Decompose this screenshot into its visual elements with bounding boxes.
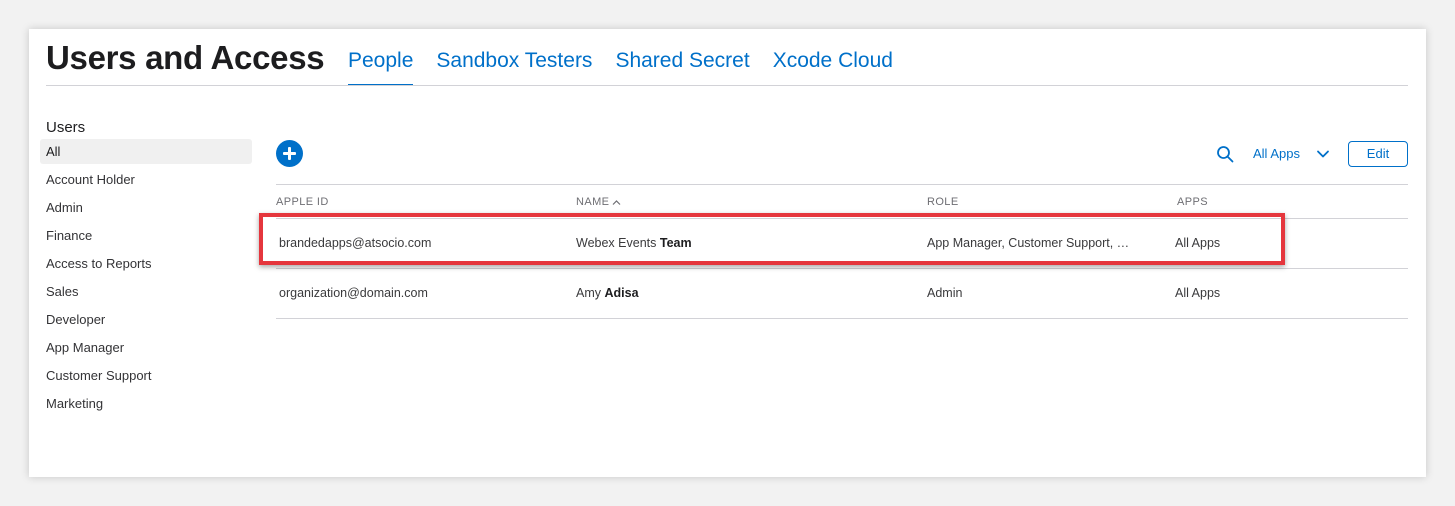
- sidebar: Users All Account Holder Admin Finance A…: [40, 117, 252, 419]
- cell-first-name: Webex Events: [576, 236, 657, 250]
- sidebar-item-all[interactable]: All: [40, 139, 252, 164]
- cell-last-name: Adisa: [604, 286, 639, 300]
- cell-name: Amy Adisa: [576, 286, 639, 300]
- sidebar-item-finance[interactable]: Finance: [40, 223, 252, 248]
- sidebar-item-developer[interactable]: Developer: [40, 307, 252, 332]
- column-header-name[interactable]: NAME: [576, 196, 621, 208]
- cell-last-name: Team: [659, 236, 692, 250]
- column-header-role[interactable]: ROLE: [927, 196, 959, 208]
- page-title: Users and Access: [46, 39, 325, 76]
- cell-apple-id: brandedapps@atsocio.com: [279, 236, 432, 250]
- header-divider: [46, 85, 1408, 86]
- sidebar-item-account-holder[interactable]: Account Holder: [40, 167, 252, 192]
- cell-name: Webex Events Team: [576, 236, 692, 250]
- edit-button[interactable]: Edit: [1348, 141, 1408, 167]
- tab-bar: People Sandbox Testers Shared Secret Xco…: [348, 49, 916, 87]
- search-icon[interactable]: [1216, 145, 1234, 163]
- cell-apps: All Apps: [1175, 236, 1221, 250]
- sidebar-item-customer-support[interactable]: Customer Support: [40, 363, 252, 388]
- column-header-apps[interactable]: APPS: [1177, 196, 1208, 208]
- cell-first-name: Amy: [576, 286, 601, 300]
- tab-shared-secret[interactable]: Shared Secret: [615, 49, 749, 87]
- sidebar-item-access-to-reports[interactable]: Access to Reports: [40, 251, 252, 276]
- cell-role: Admin: [927, 286, 963, 300]
- chevron-down-icon[interactable]: [1316, 147, 1330, 161]
- column-header-apple-id[interactable]: APPLE ID: [276, 196, 329, 208]
- sort-ascending-icon: [612, 199, 621, 205]
- tab-people[interactable]: People: [348, 49, 414, 87]
- add-user-button[interactable]: [276, 140, 303, 167]
- table-header: APPLE ID NAME ROLE APPS: [276, 184, 1408, 219]
- sidebar-item-sales[interactable]: Sales: [40, 279, 252, 304]
- apps-filter-dropdown[interactable]: All Apps: [1253, 146, 1300, 161]
- sidebar-item-marketing[interactable]: Marketing: [40, 391, 252, 416]
- cell-apps: All Apps: [1175, 286, 1221, 300]
- table-row[interactable]: brandedapps@atsocio.com Webex Events Tea…: [276, 219, 1408, 269]
- tab-xcode-cloud[interactable]: Xcode Cloud: [773, 49, 893, 87]
- cell-role: App Manager, Customer Support, …: [927, 236, 1130, 250]
- tab-sandbox-testers[interactable]: Sandbox Testers: [436, 49, 592, 87]
- users-table: APPLE ID NAME ROLE APPS brandedapps@atso…: [276, 184, 1408, 319]
- cell-apple-id: organization@domain.com: [279, 286, 428, 300]
- sidebar-item-app-manager[interactable]: App Manager: [40, 335, 252, 360]
- app-window: Users and Access People Sandbox Testers …: [29, 29, 1426, 477]
- sidebar-item-admin[interactable]: Admin: [40, 195, 252, 220]
- table-row[interactable]: organization@domain.com Amy Adisa Admin …: [276, 269, 1408, 319]
- sidebar-title: Users: [46, 119, 86, 136]
- column-header-name-label: NAME: [576, 196, 610, 208]
